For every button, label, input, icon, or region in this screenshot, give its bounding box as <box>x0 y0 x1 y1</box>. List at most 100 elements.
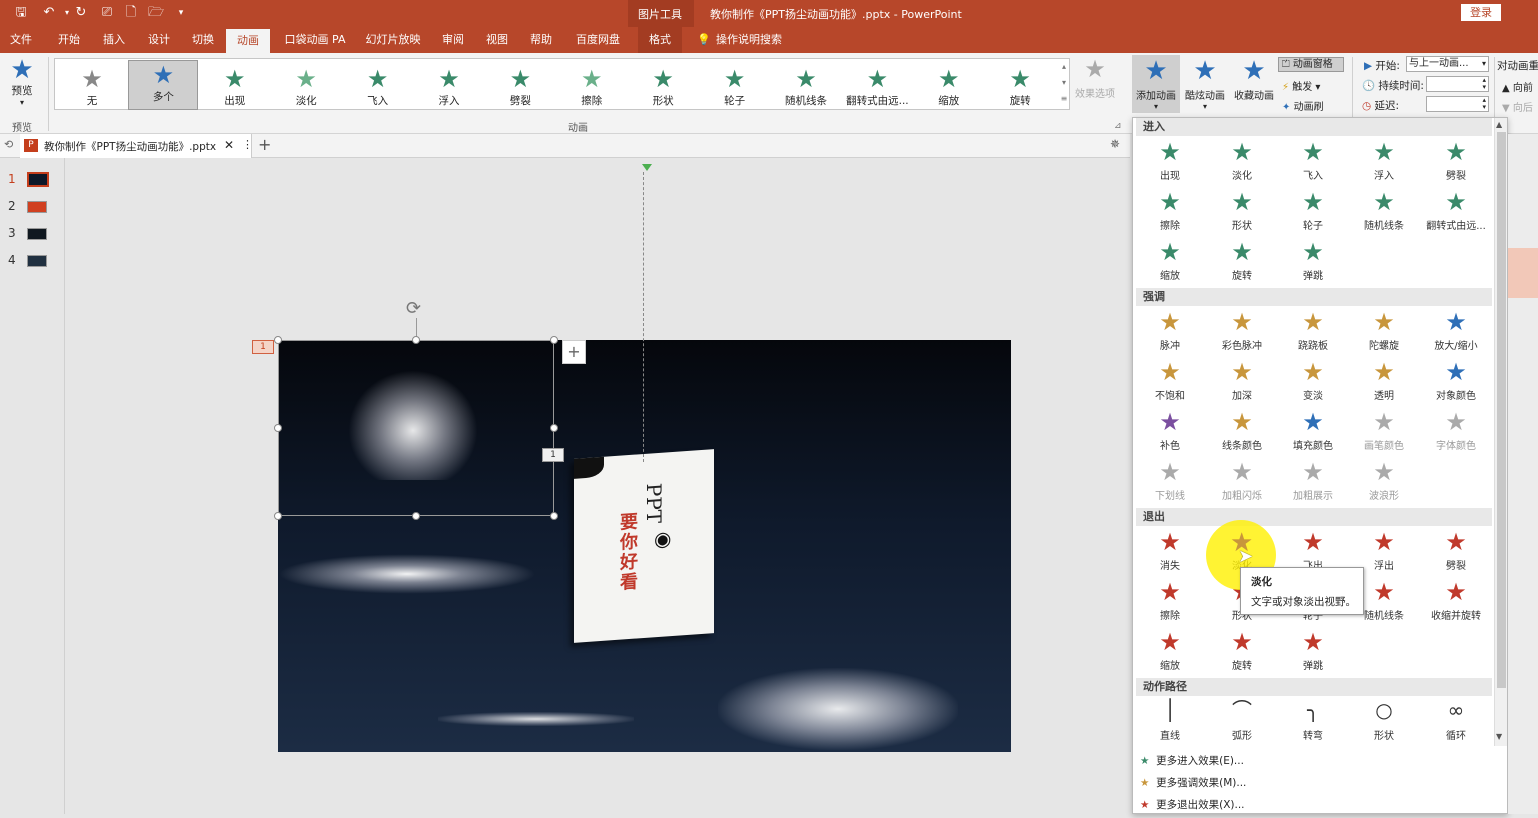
slideshow-icon[interactable]: ⎚ <box>98 4 116 22</box>
entrance-effect[interactable]: ★ 旋转 <box>1208 238 1276 286</box>
entrance-effect[interactable]: ★ 翻转式由远... <box>1422 188 1490 236</box>
animation-pane-button[interactable]: ⏍ 动画窗格 <box>1278 57 1344 72</box>
emphasis-effect[interactable]: ★ 字体颜色 <box>1422 408 1490 456</box>
dust-line-image[interactable] <box>438 712 634 726</box>
entrance-effect[interactable]: ★ 随机线条 <box>1350 188 1418 236</box>
open-folder-icon[interactable]: 🗁 <box>147 4 165 22</box>
gallery-item[interactable]: ★ 翻转式由远... <box>842 65 912 111</box>
tab-help[interactable]: 帮助 <box>524 27 558 53</box>
save-icon[interactable]: 🖫 <box>12 4 30 22</box>
customize-toolbar-icon[interactable]: ▾ <box>172 4 190 22</box>
emphasis-effect[interactable]: ★ 填充颜色 <box>1279 408 1347 456</box>
dust-streak-image[interactable] <box>278 554 536 594</box>
scroll-up-icon[interactable]: ▲ <box>1496 120 1502 129</box>
motion-path-effect[interactable]: ⌒ 弧形 <box>1208 698 1276 746</box>
gallery-item[interactable]: ★ 淡化 <box>271 65 341 111</box>
entrance-effect[interactable]: ★ 浮入 <box>1350 138 1418 186</box>
tab-animations[interactable]: 动画 <box>226 29 270 53</box>
undo-icon[interactable]: ↶ <box>40 4 58 22</box>
slide-thumbnail-3[interactable] <box>27 228 47 240</box>
scroll-thumb[interactable] <box>1497 132 1506 688</box>
close-tab-icon[interactable]: ✕ <box>224 138 234 152</box>
start-select[interactable]: 与上一动画... ▾ <box>1406 56 1489 72</box>
entrance-effect[interactable]: ★ 淡化 <box>1208 138 1276 186</box>
pin-icon[interactable]: ✵ <box>1106 137 1124 155</box>
animation-order-tag[interactable]: 1 <box>252 340 274 354</box>
favorite-animation-button[interactable]: ★ 收藏动画 <box>1230 55 1278 113</box>
emphasis-effect[interactable]: ★ 彩色脉冲 <box>1208 308 1276 356</box>
entrance-effect[interactable]: ★ 劈裂 <box>1422 138 1490 186</box>
tab-list-icon[interactable]: ⟲ <box>4 138 13 151</box>
animation-brush-button[interactable]: ✦ 动画刷 <box>1282 98 1324 113</box>
exit-effect[interactable]: ★ 缩放 <box>1136 628 1204 676</box>
exit-effect[interactable]: ★ 弹跳 <box>1279 628 1347 676</box>
emphasis-effect[interactable]: ★ 加粗闪烁 <box>1208 458 1276 506</box>
preview-button[interactable]: ★ 预览 ▾ <box>4 57 40 115</box>
tab-home[interactable]: 开始 <box>52 27 86 53</box>
exit-effect[interactable]: ★ 旋转 <box>1208 628 1276 676</box>
document-tab[interactable]: P 教你制作《PPT扬尘动画功能》.pptx ✕ ⋮ <box>20 134 253 158</box>
dropdown-scrollbar[interactable]: ▲ ▼ <box>1494 118 1507 746</box>
exit-effect[interactable]: ★ 劈裂 <box>1422 528 1490 576</box>
more-emphasis-effects-link[interactable]: ★ 更多强调效果(M)... <box>1140 774 1480 796</box>
gallery-item[interactable]: ★ 轮子 <box>700 65 770 111</box>
resize-handle[interactable] <box>274 424 282 432</box>
emphasis-effect[interactable]: ★ 补色 <box>1136 408 1204 456</box>
slide-thumbnail-4[interactable] <box>27 255 47 267</box>
entrance-effect[interactable]: ★ 弹跳 <box>1279 238 1347 286</box>
duration-input[interactable]: ▴ ▾ <box>1426 76 1489 92</box>
resize-handle[interactable] <box>274 336 282 344</box>
resize-handle[interactable] <box>550 424 558 432</box>
slide-thumbnail-1[interactable] <box>27 172 49 187</box>
login-button[interactable]: 登录 <box>1461 4 1501 21</box>
scroll-down-icon[interactable]: ▼ <box>1496 732 1502 741</box>
gallery-item[interactable]: ★ 无 <box>57 65 127 111</box>
gallery-item[interactable]: ★ 多个 <box>128 60 199 110</box>
gallery-item[interactable]: ★ 出现 <box>200 65 270 111</box>
slide-thumbnail-2[interactable] <box>27 201 47 213</box>
tab-insert[interactable]: 插入 <box>97 27 131 53</box>
entrance-effect[interactable]: ★ 轮子 <box>1279 188 1347 236</box>
gallery-item[interactable]: ★ 旋转 <box>985 65 1055 111</box>
tab-design[interactable]: 设计 <box>142 27 176 53</box>
entrance-effect[interactable]: ★ 飞入 <box>1279 138 1347 186</box>
emphasis-effect[interactable]: ★ 下划线 <box>1136 458 1204 506</box>
emphasis-effect[interactable]: ★ 透明 <box>1350 358 1418 406</box>
emphasis-effect[interactable]: ★ 线条颜色 <box>1208 408 1276 456</box>
dust-cloud-image[interactable] <box>718 668 958 750</box>
resize-handle[interactable] <box>412 512 420 520</box>
gallery-item[interactable]: ★ 形状 <box>628 65 698 111</box>
tab-pocket-animation[interactable]: 口袋动画 PA <box>280 27 350 53</box>
gallery-item[interactable]: ★ 浮入 <box>414 65 484 111</box>
resize-handle[interactable] <box>550 336 558 344</box>
exit-effect[interactable]: ★ 消失 <box>1136 528 1204 576</box>
redo-icon[interactable]: ↻ <box>72 4 90 22</box>
emphasis-effect[interactable]: ★ 跷跷板 <box>1279 308 1347 356</box>
motion-path-effect[interactable]: ╮ 转弯 <box>1279 698 1347 746</box>
tab-transitions[interactable]: 切换 <box>186 27 220 53</box>
gallery-item[interactable]: ★ 随机线条 <box>771 65 841 111</box>
effect-options-button[interactable]: ★ 效果选项 <box>1074 57 1116 113</box>
emphasis-effect[interactable]: ★ 陀螺旋 <box>1350 308 1418 356</box>
emphasis-effect[interactable]: ★ 脉冲 <box>1136 308 1204 356</box>
emphasis-effect[interactable]: ★ 波浪形 <box>1350 458 1418 506</box>
emphasis-effect[interactable]: ★ 对象颜色 <box>1422 358 1490 406</box>
emphasis-effect[interactable]: ★ 放大/缩小 <box>1422 308 1490 356</box>
move-earlier-button[interactable]: ▲ 向前 <box>1502 79 1533 94</box>
book-cover-image[interactable]: PPT 要你好看 ◉ <box>574 449 714 643</box>
resize-handle[interactable] <box>550 512 558 520</box>
add-animation-button[interactable]: ★ 添加动画 ▾ <box>1132 55 1180 113</box>
layout-options-button[interactable]: + <box>562 340 586 364</box>
exit-effect[interactable]: ★ 收缩并旋转 <box>1422 578 1490 626</box>
entrance-effect[interactable]: ★ 出现 <box>1136 138 1204 186</box>
gallery-item[interactable]: ★ 劈裂 <box>485 65 555 111</box>
gallery-scroll[interactable]: ▴ ▾ ≡ <box>1058 59 1070 109</box>
entrance-effect[interactable]: ★ 擦除 <box>1136 188 1204 236</box>
tab-menu-icon[interactable]: ⋮ <box>242 138 253 151</box>
motion-path-effect[interactable]: ∞ 循环 <box>1422 698 1490 746</box>
tab-file[interactable]: 文件 <box>4 27 38 53</box>
tab-format[interactable]: 格式 <box>638 27 682 53</box>
entrance-effect[interactable]: ★ 缩放 <box>1136 238 1204 286</box>
entrance-effect[interactable]: ★ 形状 <box>1208 188 1276 236</box>
emphasis-effect[interactable]: ★ 不饱和 <box>1136 358 1204 406</box>
